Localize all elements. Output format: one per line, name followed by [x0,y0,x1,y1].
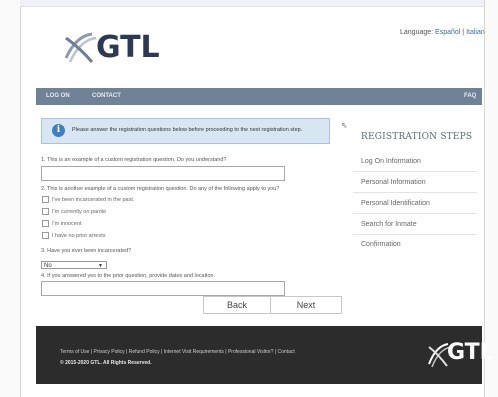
question-2-option[interactable]: I've been incarcerated in the past. [42,196,134,203]
question-2-option[interactable]: I'm innocent [42,220,81,227]
mouse-cursor-icon: ⇖ [341,121,348,130]
footer-gtl-logo: GTL [427,340,494,370]
nav-log-on[interactable]: LOG ON [46,93,70,99]
step-personal-information: Personal Information [361,179,426,186]
question-2-option[interactable]: I'm currently on parole [42,208,106,215]
step-log-on-information: Log On Information [361,158,421,165]
nav-contact[interactable]: CONTACT [92,93,121,99]
browser-frame-right [484,0,498,397]
question-4-label: 4. If you answered yes to the prior ques… [41,273,215,279]
step-personal-identification: Personal Identification [361,200,430,207]
steps-title: REGISTRATION STEPS [361,132,473,142]
question-2-label: 2. This is another example of a custom r… [41,186,280,192]
question-1-answer-input[interactable] [41,166,285,181]
checkbox[interactable] [42,232,49,239]
info-notice: i Please answer the registration questio… [41,118,330,144]
language-label: Language: [400,29,434,36]
language-link-espanol[interactable]: Español [435,29,460,36]
browser-top-strip [20,0,484,7]
notice-text: Please answer the registration questions… [72,127,303,133]
step-search-for-inmate: Search for Inmate [361,221,417,228]
language-separator: | [462,29,465,36]
checkbox[interactable] [42,196,49,203]
question-3-label: 3. Have you ever been incarcerated? [41,248,132,254]
option-label: I have no prior arrests [52,232,106,239]
browser-frame-left [0,0,21,397]
question-3-select[interactable]: No ▼ [41,261,107,269]
step-divider [353,192,477,193]
logo-text: GTL [96,30,160,65]
language-selector: Language: Español | Italian [400,29,485,36]
question-4-answer-input[interactable] [41,281,285,296]
question-2-option[interactable]: I have no prior arrests [42,232,106,239]
checkbox[interactable] [42,220,49,227]
footer-links[interactable]: Terms of Use | Privacy Policy | Refund P… [60,349,295,355]
footer-logo-text: GTL [447,340,494,365]
chevron-down-icon: ▼ [98,263,103,269]
footer-copyright: © 2015-2020 GTL. All Rights Reserved. [60,360,152,366]
step-divider [353,213,477,214]
info-icon: i [52,124,65,137]
option-label: I'm innocent [52,220,82,227]
next-button[interactable]: Next [270,296,342,314]
footer: Terms of Use | Privacy Policy | Refund P… [36,326,494,384]
question-1-label: 1. This is an example of a custom regist… [41,157,227,163]
checkbox[interactable] [42,208,49,215]
question-3-selected-value: No [44,263,52,269]
option-label: I'm currently on parole [52,208,107,215]
nav-faq[interactable]: FAQ [464,93,476,99]
step-divider [353,234,477,235]
option-label: I've been incarcerated in the past. [52,196,135,203]
language-link-italian[interactable]: Italian [466,29,485,36]
gtl-logo[interactable]: GTL [62,28,172,68]
back-button[interactable]: Back [203,296,271,314]
step-divider [353,171,477,172]
main-nav-bar: LOG ON CONTACT FAQ [36,88,482,105]
step-confirmation: Confirmation [361,241,401,248]
